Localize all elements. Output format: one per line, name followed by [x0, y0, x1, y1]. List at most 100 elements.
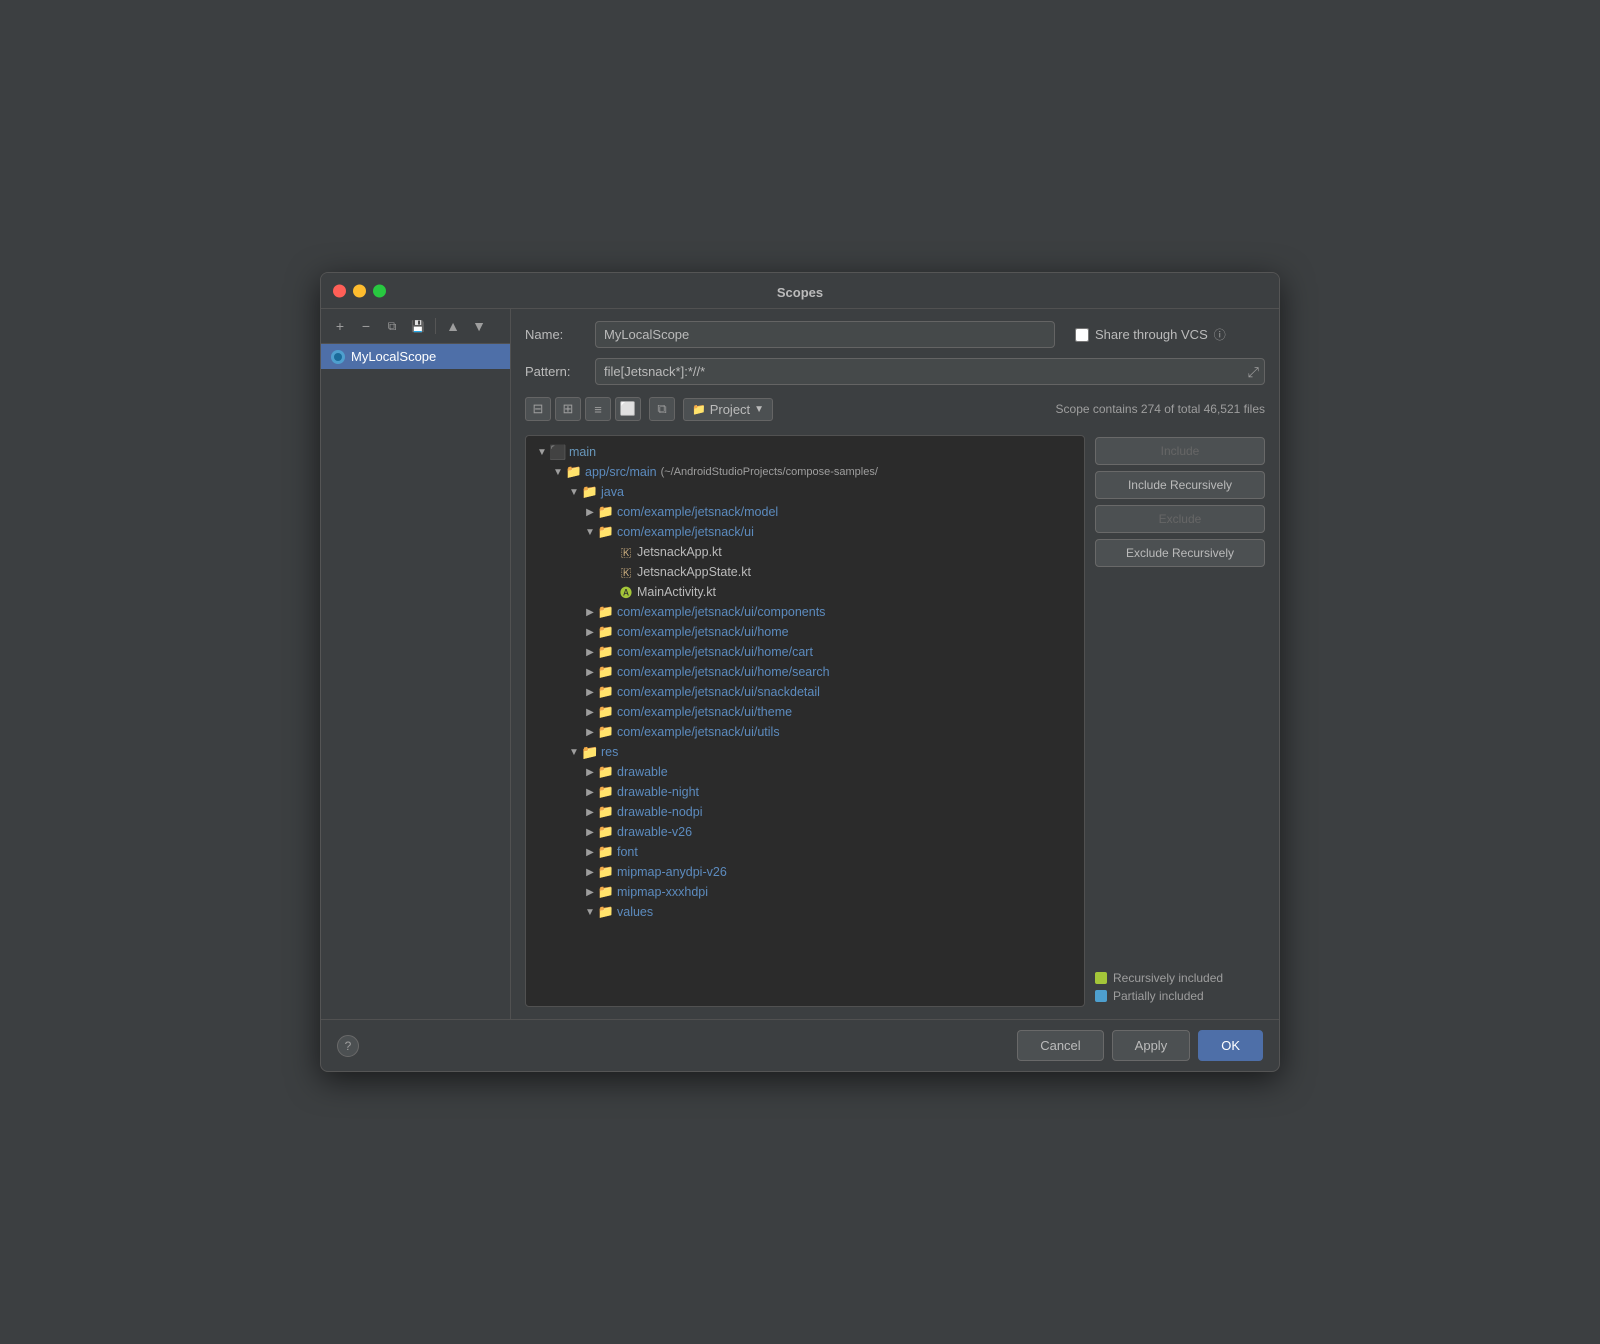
tree-node-utils[interactable]: ▶ 📁 com/example/jetsnack/ui/utils: [526, 722, 1084, 742]
tree-node-main[interactable]: ▼ ⬛ main: [526, 442, 1084, 462]
toggle-appsrcmain[interactable]: ▼: [550, 464, 566, 480]
tree-node-drawable[interactable]: ▶ 📁 drawable: [526, 762, 1084, 782]
activity-file-icon: 🅐: [618, 584, 634, 600]
footer-right: Cancel Apply OK: [1017, 1030, 1263, 1061]
node-label-drawable-nodpi: drawable-nodpi: [617, 805, 702, 819]
node-label-main: main: [569, 445, 596, 459]
tree-node-cart[interactable]: ▶ 📁 com/example/jetsnack/ui/home/cart: [526, 642, 1084, 662]
apply-button[interactable]: Apply: [1112, 1030, 1191, 1061]
sidebar: + − ⧉ 💾 ▲ ▼: [321, 309, 511, 1019]
move-up-button[interactable]: ▲: [442, 315, 464, 337]
toggle-java[interactable]: ▼: [566, 484, 582, 500]
tree-node-drawable-nodpi[interactable]: ▶ 📁 drawable-nodpi: [526, 802, 1084, 822]
flatten-packages-button[interactable]: ⬜: [615, 397, 641, 421]
main-content: Name: Share through VCS ⓘ Pattern: ⤢: [511, 309, 1279, 1019]
tree-panel[interactable]: ▼ ⬛ main ▼ 📁 app/src/main (~/AndroidStud…: [525, 435, 1085, 1007]
tree-node-java[interactable]: ▼ 📁 java: [526, 482, 1084, 502]
collapse-all-button[interactable]: ⊟: [525, 397, 551, 421]
minimize-button[interactable]: [353, 284, 366, 297]
save-icon: 💾: [411, 320, 425, 333]
tree-node-theme[interactable]: ▶ 📁 com/example/jetsnack/ui/theme: [526, 702, 1084, 722]
toggle-main[interactable]: ▼: [534, 444, 550, 460]
folder-mipmap-xxxhdpi-icon: 📁: [598, 884, 614, 900]
tree-node-ui[interactable]: ▼ 📁 com/example/jetsnack/ui: [526, 522, 1084, 542]
save-scope-button[interactable]: 💾: [407, 315, 429, 337]
expand-pattern-button[interactable]: ⤢: [1248, 363, 1259, 380]
tree-node-mipmap-xxxhdpi[interactable]: ▶ 📁 mipmap-xxxhdpi: [526, 882, 1084, 902]
node-label-values: values: [617, 905, 653, 919]
ok-button[interactable]: OK: [1198, 1030, 1263, 1061]
help-button[interactable]: ?: [337, 1035, 359, 1057]
name-input[interactable]: [595, 321, 1055, 348]
tree-node-res[interactable]: ▼ 📁 res: [526, 742, 1084, 762]
node-label-font: font: [617, 845, 638, 859]
tree-node-snackdetail[interactable]: ▶ 📁 com/example/jetsnack/ui/snackdetail: [526, 682, 1084, 702]
move-down-button[interactable]: ▼: [468, 315, 490, 337]
folder-mipmap-anydpi-icon: 📁: [598, 864, 614, 880]
tree-node-font[interactable]: ▶ 📁 font: [526, 842, 1084, 862]
tree-node-mipmap-anydpi[interactable]: ▶ 📁 mipmap-anydpi-v26: [526, 862, 1084, 882]
toggle-drawable-v26[interactable]: ▶: [582, 824, 598, 840]
toggle-res[interactable]: ▼: [566, 744, 582, 760]
cancel-button[interactable]: Cancel: [1017, 1030, 1103, 1061]
toggle-home[interactable]: ▶: [582, 624, 598, 640]
toggle-values[interactable]: ▼: [582, 904, 598, 920]
filter-button[interactable]: ⧉: [649, 397, 675, 421]
toggle-drawable-nodpi[interactable]: ▶: [582, 804, 598, 820]
toggle-components[interactable]: ▶: [582, 604, 598, 620]
toggle-font[interactable]: ▶: [582, 844, 598, 860]
toggle-utils[interactable]: ▶: [582, 724, 598, 740]
toggle-model[interactable]: ▶: [582, 504, 598, 520]
name-row: Name: Share through VCS ⓘ: [525, 321, 1265, 348]
exclude-button[interactable]: Exclude: [1095, 505, 1265, 533]
tree-node-model[interactable]: ▶ 📁 com/example/jetsnack/model: [526, 502, 1084, 522]
exclude-recursively-button[interactable]: Exclude Recursively: [1095, 539, 1265, 567]
project-icon: 📁: [692, 403, 706, 416]
folder-values-icon: 📁: [598, 904, 614, 920]
toggle-drawable-night[interactable]: ▶: [582, 784, 598, 800]
node-label-appsrcmain-path: (~/AndroidStudioProjects/compose-samples…: [661, 466, 878, 478]
tree-node-components[interactable]: ▶ 📁 com/example/jetsnack/ui/components: [526, 602, 1084, 622]
node-label-mainactivity: MainActivity.kt: [637, 585, 716, 599]
folder-model-icon: 📁: [598, 504, 614, 520]
folder-res-icon: 📁: [582, 744, 598, 760]
tree-node-jetsnackappstate[interactable]: ▶ 🇰 JetsnackAppState.kt: [526, 562, 1084, 582]
toggle-search[interactable]: ▶: [582, 664, 598, 680]
tree-node-values[interactable]: ▼ 📁 values: [526, 902, 1084, 922]
include-recursively-button[interactable]: Include Recursively: [1095, 471, 1265, 499]
toggle-mipmap-xxxhdpi[interactable]: ▶: [582, 884, 598, 900]
scope-item-label: MyLocalScope: [351, 349, 436, 364]
tree-node-jetsnackapp[interactable]: ▶ 🇰 JetsnackApp.kt: [526, 542, 1084, 562]
toggle-mipmap-anydpi[interactable]: ▶: [582, 864, 598, 880]
tree-node-search[interactable]: ▶ 📁 com/example/jetsnack/ui/home/search: [526, 662, 1084, 682]
tree-node-home[interactable]: ▶ 📁 com/example/jetsnack/ui/home: [526, 622, 1084, 642]
toggle-ui[interactable]: ▼: [582, 524, 598, 540]
expand-all-button[interactable]: ⊞: [555, 397, 581, 421]
toggle-drawable[interactable]: ▶: [582, 764, 598, 780]
node-label-cart: com/example/jetsnack/ui/home/cart: [617, 645, 813, 659]
sidebar-item-myscope[interactable]: MyLocalScope: [321, 344, 510, 369]
scope-icon: [331, 350, 345, 364]
project-dropdown[interactable]: 📁 Project ▼: [683, 398, 773, 421]
tree-node-mainactivity[interactable]: ▶ 🅐 MainActivity.kt: [526, 582, 1084, 602]
folder-drawable-night-icon: 📁: [598, 784, 614, 800]
include-button[interactable]: Include: [1095, 437, 1265, 465]
pattern-input[interactable]: [595, 358, 1265, 385]
toggle-cart[interactable]: ▶: [582, 644, 598, 660]
maximize-button[interactable]: [373, 284, 386, 297]
toolbar-separator: [435, 318, 436, 334]
copy-scope-button[interactable]: ⧉: [381, 315, 403, 337]
tree-node-drawable-v26[interactable]: ▶ 📁 drawable-v26: [526, 822, 1084, 842]
remove-scope-button[interactable]: −: [355, 315, 377, 337]
tree-node-drawable-night[interactable]: ▶ 📁 drawable-night: [526, 782, 1084, 802]
toggle-snackdetail[interactable]: ▶: [582, 684, 598, 700]
share-vcs-checkbox[interactable]: [1075, 328, 1089, 342]
close-button[interactable]: [333, 284, 346, 297]
tree-node-appsrcmain[interactable]: ▼ 📁 app/src/main (~/AndroidStudioProject…: [526, 462, 1084, 482]
folder-cart-icon: 📁: [598, 644, 614, 660]
add-scope-button[interactable]: +: [329, 315, 351, 337]
toggle-theme[interactable]: ▶: [582, 704, 598, 720]
scope-info: Scope contains 274 of total 46,521 files: [1056, 402, 1265, 416]
flatten-button[interactable]: ≡: [585, 397, 611, 421]
folder-search-icon: 📁: [598, 664, 614, 680]
